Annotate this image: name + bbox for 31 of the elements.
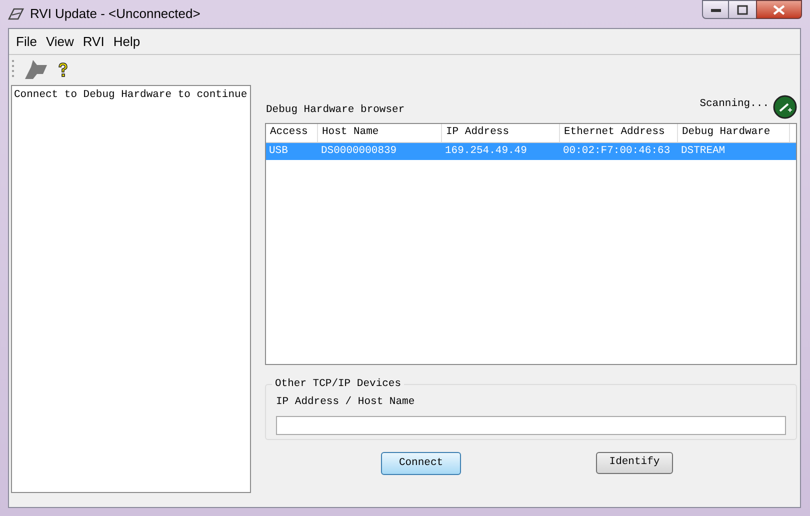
close-icon bbox=[773, 4, 785, 14]
table-cell-text: 00:02:F7:00:46:63 bbox=[562, 144, 672, 159]
column-header[interactable]: Ethernet Address bbox=[560, 124, 678, 142]
log-message: Connect to Debug Hardware to continue bbox=[14, 88, 248, 103]
menu-item[interactable]: View bbox=[42, 32, 77, 52]
minimize-icon bbox=[710, 8, 720, 12]
column-header[interactable]: IP Address bbox=[442, 124, 560, 142]
column-header[interactable]: Access bbox=[266, 124, 318, 142]
table-cell-text: USB bbox=[268, 144, 289, 159]
section-label: Debug Hardware browser bbox=[266, 103, 405, 118]
dialog-button[interactable]: Identify bbox=[596, 452, 673, 474]
column-header[interactable]: Debug Hardware bbox=[678, 124, 790, 142]
scanning-icon bbox=[773, 95, 797, 119]
dialog-button[interactable]: Connect bbox=[381, 452, 461, 475]
column-header[interactable]: Host Name bbox=[318, 124, 442, 142]
menu-item[interactable]: RVI bbox=[80, 32, 108, 52]
help-icon[interactable] bbox=[57, 62, 69, 78]
menu-item[interactable]: File bbox=[13, 32, 40, 52]
window-title: RVI Update - <Unconnected> bbox=[30, 5, 200, 24]
minimize-button[interactable] bbox=[702, 0, 729, 19]
address-input-field[interactable] bbox=[276, 416, 786, 435]
scanning-status: Scanning... bbox=[700, 97, 769, 112]
app-icon bbox=[8, 7, 24, 21]
menu-item[interactable]: Help bbox=[110, 32, 144, 52]
maximize-icon bbox=[737, 4, 748, 14]
maximize-button[interactable] bbox=[729, 0, 756, 19]
table-cell-text: 169.254.49.49 bbox=[444, 144, 528, 159]
table-cell-text: DS0000000839 bbox=[320, 144, 398, 159]
field-label: IP Address / Host Name bbox=[276, 395, 416, 410]
table-cell-text: DSTREAM bbox=[680, 144, 726, 159]
close-button[interactable] bbox=[756, 0, 802, 19]
